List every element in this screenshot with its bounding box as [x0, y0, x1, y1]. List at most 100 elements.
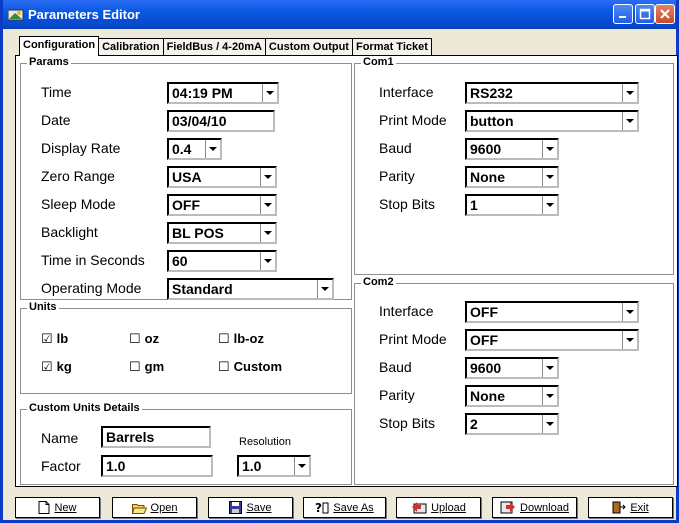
com2-baud-dropdown-arrow[interactable]	[542, 359, 557, 377]
tab-strip: Configuration Calibration FieldBus / 4-2…	[19, 36, 432, 56]
factor-label: Factor	[41, 458, 81, 474]
com2-parity-select[interactable]: None	[465, 385, 559, 407]
com2-print-mode-select[interactable]: OFF	[465, 329, 639, 351]
com2-parity-dropdown-arrow[interactable]	[542, 387, 557, 405]
com2-interface-value: OFF	[470, 304, 498, 320]
maximize-icon	[639, 8, 651, 20]
folder-open-icon	[131, 503, 147, 514]
units-legend: Units	[27, 301, 59, 313]
com2-print-mode-dropdown-arrow[interactable]	[622, 331, 637, 349]
date-input[interactable]: 03/04/10	[167, 110, 275, 132]
custom-checkbox[interactable]: ☐ Custom	[218, 359, 282, 375]
save-label: Save	[246, 501, 272, 514]
new-label: New	[54, 501, 77, 514]
com2-print-mode-label: Print Mode	[379, 331, 447, 347]
time-dropdown-arrow[interactable]	[262, 84, 277, 102]
checkbox-unchecked-icon: ☐	[129, 359, 141, 374]
tab-format-ticket[interactable]: Format Ticket	[351, 38, 432, 56]
com2-stop-bits-select[interactable]: 2	[465, 413, 559, 435]
time-select[interactable]: 04:19 PM	[167, 82, 279, 104]
com2-baud-select[interactable]: 9600	[465, 357, 559, 379]
tab-calibration[interactable]: Calibration	[98, 38, 164, 56]
com1-print-mode-dropdown-arrow[interactable]	[622, 112, 637, 130]
operating-mode-value: Standard	[172, 281, 233, 297]
com1-baud-dropdown-arrow[interactable]	[542, 140, 557, 158]
com1-parity-select[interactable]: None	[465, 166, 559, 188]
save-button[interactable]: Save	[208, 497, 293, 518]
time-value: 04:19 PM	[172, 85, 233, 101]
com2-interface-dropdown-arrow[interactable]	[622, 303, 637, 321]
operating-mode-select[interactable]: Standard	[167, 278, 334, 300]
title-bar[interactable]: Parameters Editor	[3, 0, 676, 29]
sleep-mode-dropdown-arrow[interactable]	[260, 196, 275, 214]
zero-range-select[interactable]: USA	[167, 166, 277, 188]
exit-button[interactable]: Exit	[588, 497, 673, 518]
tab-custom-output[interactable]: Custom Output	[264, 38, 353, 56]
com1-parity-label: Parity	[379, 168, 415, 184]
lb-oz-checkbox[interactable]: ☐ lb-oz	[218, 331, 264, 347]
exit-label: Exit	[630, 501, 649, 514]
com1-group: Com1 Interface RS232 Print Mode button B…	[354, 56, 674, 275]
com2-stop-bits-dropdown-arrow[interactable]	[542, 415, 557, 433]
custom-label: Custom	[233, 359, 283, 374]
com1-parity-dropdown-arrow[interactable]	[542, 168, 557, 186]
com1-interface-value: RS232	[470, 85, 513, 101]
com1-stop-bits-dropdown-arrow[interactable]	[542, 196, 557, 214]
resolution-dropdown-arrow[interactable]	[294, 457, 309, 475]
lb-label: lb	[56, 331, 69, 346]
maximize-button[interactable]	[635, 4, 655, 24]
zero-range-dropdown-arrow[interactable]	[260, 168, 275, 186]
com1-interface-dropdown-arrow[interactable]	[622, 84, 637, 102]
com2-stop-bits-label: Stop Bits	[379, 415, 436, 431]
params-group: Params Time 04:19 PM Date 03/04/10 Displ…	[20, 56, 352, 300]
com1-baud-value: 9600	[470, 141, 502, 157]
com2-parity-label: Parity	[379, 387, 415, 403]
gm-checkbox[interactable]: ☐ gm	[129, 359, 164, 375]
backlight-select[interactable]: BL POS	[167, 222, 277, 244]
minimize-icon	[619, 16, 626, 18]
parameters-editor-window: Parameters Editor Configuration Calibrat…	[0, 0, 679, 523]
chevron-down-icon	[546, 394, 554, 398]
com1-interface-select[interactable]: RS232	[465, 82, 639, 104]
display-rate-label: Display Rate	[41, 140, 121, 156]
button-bar: New Open Save ? Save As Upload Download …	[15, 497, 675, 521]
backlight-dropdown-arrow[interactable]	[260, 224, 275, 242]
com1-baud-select[interactable]: 9600	[465, 138, 559, 160]
kg-label: kg	[56, 359, 72, 374]
factor-input[interactable]: 1.0	[101, 455, 213, 477]
name-input[interactable]: Barrels	[101, 426, 211, 448]
tab-configuration[interactable]: Configuration	[19, 36, 100, 56]
lb-checkbox[interactable]: ☑ lb	[41, 331, 68, 347]
open-button[interactable]: Open	[112, 497, 197, 518]
close-button[interactable]	[655, 4, 675, 24]
minimize-button[interactable]	[613, 4, 633, 24]
display-rate-dropdown-arrow[interactable]	[205, 140, 220, 158]
sleep-mode-label: Sleep Mode	[41, 196, 116, 212]
com1-stop-bits-select[interactable]: 1	[465, 194, 559, 216]
resolution-select[interactable]: 1.0	[237, 455, 311, 477]
tab-fieldbus[interactable]: FieldBus / 4-20mA	[162, 38, 266, 56]
save-as-button[interactable]: ? Save As	[303, 497, 386, 518]
configuration-panel: Params Time 04:19 PM Date 03/04/10 Displ…	[15, 55, 678, 487]
com1-print-mode-select[interactable]: button	[465, 110, 639, 132]
download-button[interactable]: Download	[492, 497, 577, 518]
time-in-seconds-select[interactable]: 60	[167, 250, 277, 272]
sleep-mode-select[interactable]: OFF	[167, 194, 277, 216]
oz-checkbox[interactable]: ☐ oz	[129, 331, 159, 347]
close-icon	[660, 9, 670, 19]
chevron-down-icon	[626, 310, 634, 314]
kg-checkbox[interactable]: ☑ kg	[41, 359, 72, 375]
upload-button[interactable]: Upload	[396, 497, 481, 518]
display-rate-select[interactable]: 0.4	[167, 138, 222, 160]
exit-icon	[612, 501, 627, 514]
name-label: Name	[41, 430, 79, 446]
com2-interface-select[interactable]: OFF	[465, 301, 639, 323]
com2-baud-label: Baud	[379, 359, 412, 375]
sleep-mode-value: OFF	[172, 197, 200, 213]
date-label: Date	[41, 112, 71, 128]
new-button[interactable]: New	[15, 497, 100, 518]
time-in-seconds-dropdown-arrow[interactable]	[260, 252, 275, 270]
com1-parity-value: None	[470, 169, 505, 185]
operating-mode-dropdown-arrow[interactable]	[317, 280, 332, 298]
com1-legend: Com1	[361, 56, 396, 68]
